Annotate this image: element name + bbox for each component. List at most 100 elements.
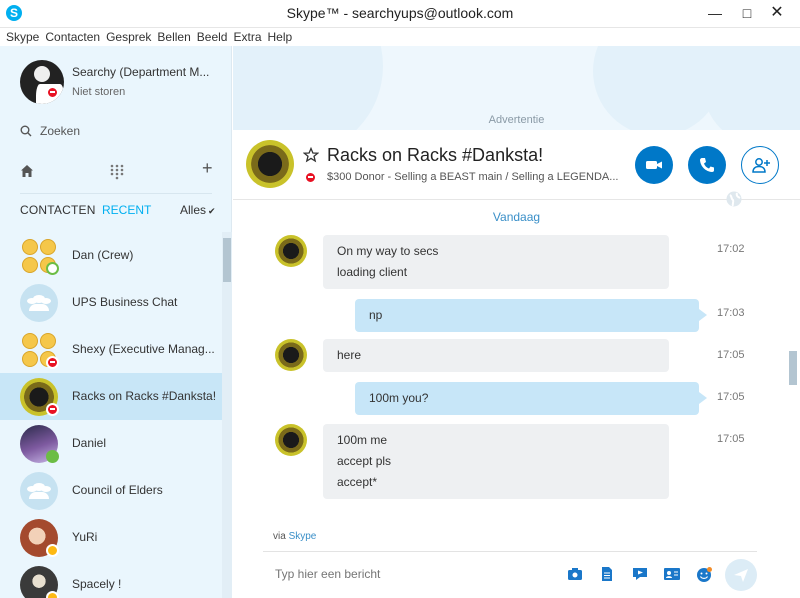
group-avatar-icon bbox=[20, 472, 58, 510]
dnd-status-icon bbox=[46, 86, 59, 99]
message-bubble-incoming[interactable]: On my way to secs loading client bbox=[323, 235, 669, 289]
recent-contact-list: Dan (Crew) UPS Business Chat Shexy (Exec… bbox=[0, 232, 222, 598]
message-timestamp: 17:03 bbox=[717, 307, 745, 319]
online-status-icon bbox=[46, 262, 59, 275]
profile-panel[interactable]: Searchy (Department M... Niet storen bbox=[0, 46, 232, 116]
add-contact-plus-icon[interactable]: + bbox=[202, 158, 213, 179]
contact-name: Dan (Crew) bbox=[72, 248, 134, 262]
date-divider: Vandaag bbox=[492, 210, 541, 224]
contact-item[interactable]: Spacely ! bbox=[0, 561, 222, 598]
dialpad-icon[interactable] bbox=[110, 164, 124, 180]
group-avatar-icon bbox=[20, 284, 58, 322]
profile-name: Searchy (Department M... bbox=[72, 65, 210, 79]
contact-item[interactable]: Shexy (Executive Manag... bbox=[0, 326, 222, 373]
video-call-button[interactable] bbox=[635, 146, 673, 184]
add-people-button[interactable] bbox=[741, 146, 779, 184]
online-status-icon bbox=[46, 450, 59, 463]
message-input[interactable] bbox=[275, 567, 535, 581]
message-line: 100m me bbox=[337, 433, 388, 447]
menu-skype[interactable]: Skype bbox=[6, 28, 39, 46]
scrollbar-thumb[interactable] bbox=[223, 238, 231, 282]
contact-tabs: CONTACTEN RECENT Alles ✔︎ bbox=[0, 201, 232, 221]
menu-beeld[interactable]: Beeld bbox=[197, 28, 228, 46]
chat-mood-message: $300 Donor - Selling a BEAST main / Sell… bbox=[327, 171, 619, 183]
contact-item[interactable]: Daniel bbox=[0, 420, 222, 467]
message-bubble-outgoing[interactable]: np bbox=[355, 299, 707, 332]
window-title: Skype™ - searchyups@outlook.com bbox=[286, 5, 514, 21]
star-icon[interactable] bbox=[303, 147, 319, 163]
contact-item[interactable]: Council of Elders bbox=[0, 467, 222, 514]
contact-name: Spacely ! bbox=[72, 577, 122, 591]
via-skype-label: via Skype bbox=[273, 531, 316, 542]
tab-contacten[interactable]: CONTACTEN bbox=[20, 203, 96, 217]
ad-banner[interactable]: Advertentie bbox=[233, 46, 800, 130]
menu-help[interactable]: Help bbox=[268, 28, 293, 46]
send-file-icon[interactable] bbox=[599, 566, 615, 582]
add-person-icon bbox=[752, 158, 770, 173]
video-camera-icon bbox=[646, 161, 662, 169]
contact-item[interactable]: UPS Business Chat bbox=[0, 279, 222, 326]
message-line: here bbox=[337, 348, 362, 362]
sidebar: Searchy (Department M... Niet storen Zoe… bbox=[0, 46, 232, 598]
sender-avatar[interactable] bbox=[275, 424, 307, 456]
phone-icon bbox=[700, 158, 714, 172]
send-contacts-icon[interactable] bbox=[663, 566, 681, 582]
minimize-button[interactable]: — bbox=[700, 0, 730, 28]
video-message-icon[interactable] bbox=[631, 566, 649, 582]
away-status-icon bbox=[46, 544, 59, 557]
send-image-icon[interactable] bbox=[567, 566, 583, 582]
chevron-down-icon: ✔︎ bbox=[208, 206, 216, 216]
ad-label: Advertentie bbox=[488, 114, 545, 126]
maximize-button[interactable]: □ bbox=[732, 0, 762, 28]
voice-call-button[interactable] bbox=[688, 146, 726, 184]
message-timestamp: 17:05 bbox=[717, 433, 745, 445]
contact-name: Daniel bbox=[72, 436, 107, 450]
message-bubble-outgoing[interactable]: 100m you? bbox=[355, 382, 707, 415]
message-bubble-incoming[interactable]: 100m me accept pls accept* bbox=[323, 424, 669, 499]
profile-status[interactable]: Niet storen bbox=[72, 86, 125, 98]
globe-icon[interactable] bbox=[725, 190, 743, 208]
message-timestamp: 17:05 bbox=[717, 349, 745, 361]
chat-avatar[interactable] bbox=[246, 140, 294, 188]
menu-gesprek[interactable]: Gesprek bbox=[106, 28, 151, 46]
contact-name: Racks on Racks #Danksta! bbox=[72, 389, 217, 403]
menu-extra[interactable]: Extra bbox=[233, 28, 261, 46]
chat-title: Racks on Racks #Danksta! bbox=[327, 145, 544, 165]
home-icon[interactable] bbox=[20, 164, 34, 178]
via-skype-link[interactable]: Skype bbox=[289, 531, 317, 542]
dnd-status-icon bbox=[46, 356, 59, 369]
search-label: Zoeken bbox=[40, 124, 81, 138]
title-bar: S Skype™ - searchyups@outlook.com — □ ✕ bbox=[0, 0, 800, 28]
menu-contacten[interactable]: Contacten bbox=[45, 28, 100, 46]
my-avatar[interactable] bbox=[20, 60, 64, 104]
message-bubble-incoming[interactable]: here bbox=[323, 339, 669, 372]
contact-item-selected[interactable]: Racks on Racks #Danksta! bbox=[0, 373, 222, 420]
filter-label: Alles bbox=[180, 203, 207, 217]
menu-bellen[interactable]: Bellen bbox=[157, 28, 190, 46]
chat-header: Racks on Racks #Danksta! $300 Donor - Se… bbox=[233, 130, 800, 207]
conversation-scrollbar-thumb[interactable] bbox=[789, 351, 797, 385]
message-line: 100m you? bbox=[369, 391, 429, 405]
message-line: On my way to secs bbox=[337, 244, 439, 258]
close-button[interactable]: ✕ bbox=[762, 0, 792, 28]
sender-avatar[interactable] bbox=[275, 339, 307, 371]
send-button[interactable] bbox=[725, 559, 757, 591]
contact-name: Shexy (Executive Manag... bbox=[72, 342, 215, 356]
contact-name: UPS Business Chat bbox=[72, 295, 178, 309]
message-line: accept pls bbox=[337, 454, 392, 468]
send-arrow-icon bbox=[734, 569, 748, 582]
away-status-icon bbox=[46, 591, 59, 598]
contact-name: Council of Elders bbox=[72, 483, 163, 497]
message-line: accept* bbox=[337, 475, 378, 489]
filter-dropdown[interactable]: Alles ✔︎ bbox=[180, 203, 216, 217]
emoticon-icon[interactable] bbox=[695, 566, 713, 584]
conversation-panel: Advertentie Racks on Racks #Danksta! $30… bbox=[233, 46, 800, 598]
sidebar-scrollbar[interactable] bbox=[222, 232, 232, 598]
contact-item[interactable]: YuRi bbox=[0, 514, 222, 561]
message-timestamp: 17:05 bbox=[717, 391, 745, 403]
tab-recent[interactable]: RECENT bbox=[102, 203, 151, 217]
search-box[interactable]: Zoeken bbox=[20, 124, 80, 138]
menu-bar: Skype Contacten Gesprek Bellen Beeld Ext… bbox=[0, 28, 800, 46]
contact-item[interactable]: Dan (Crew) bbox=[0, 232, 222, 279]
sender-avatar[interactable] bbox=[275, 235, 307, 267]
